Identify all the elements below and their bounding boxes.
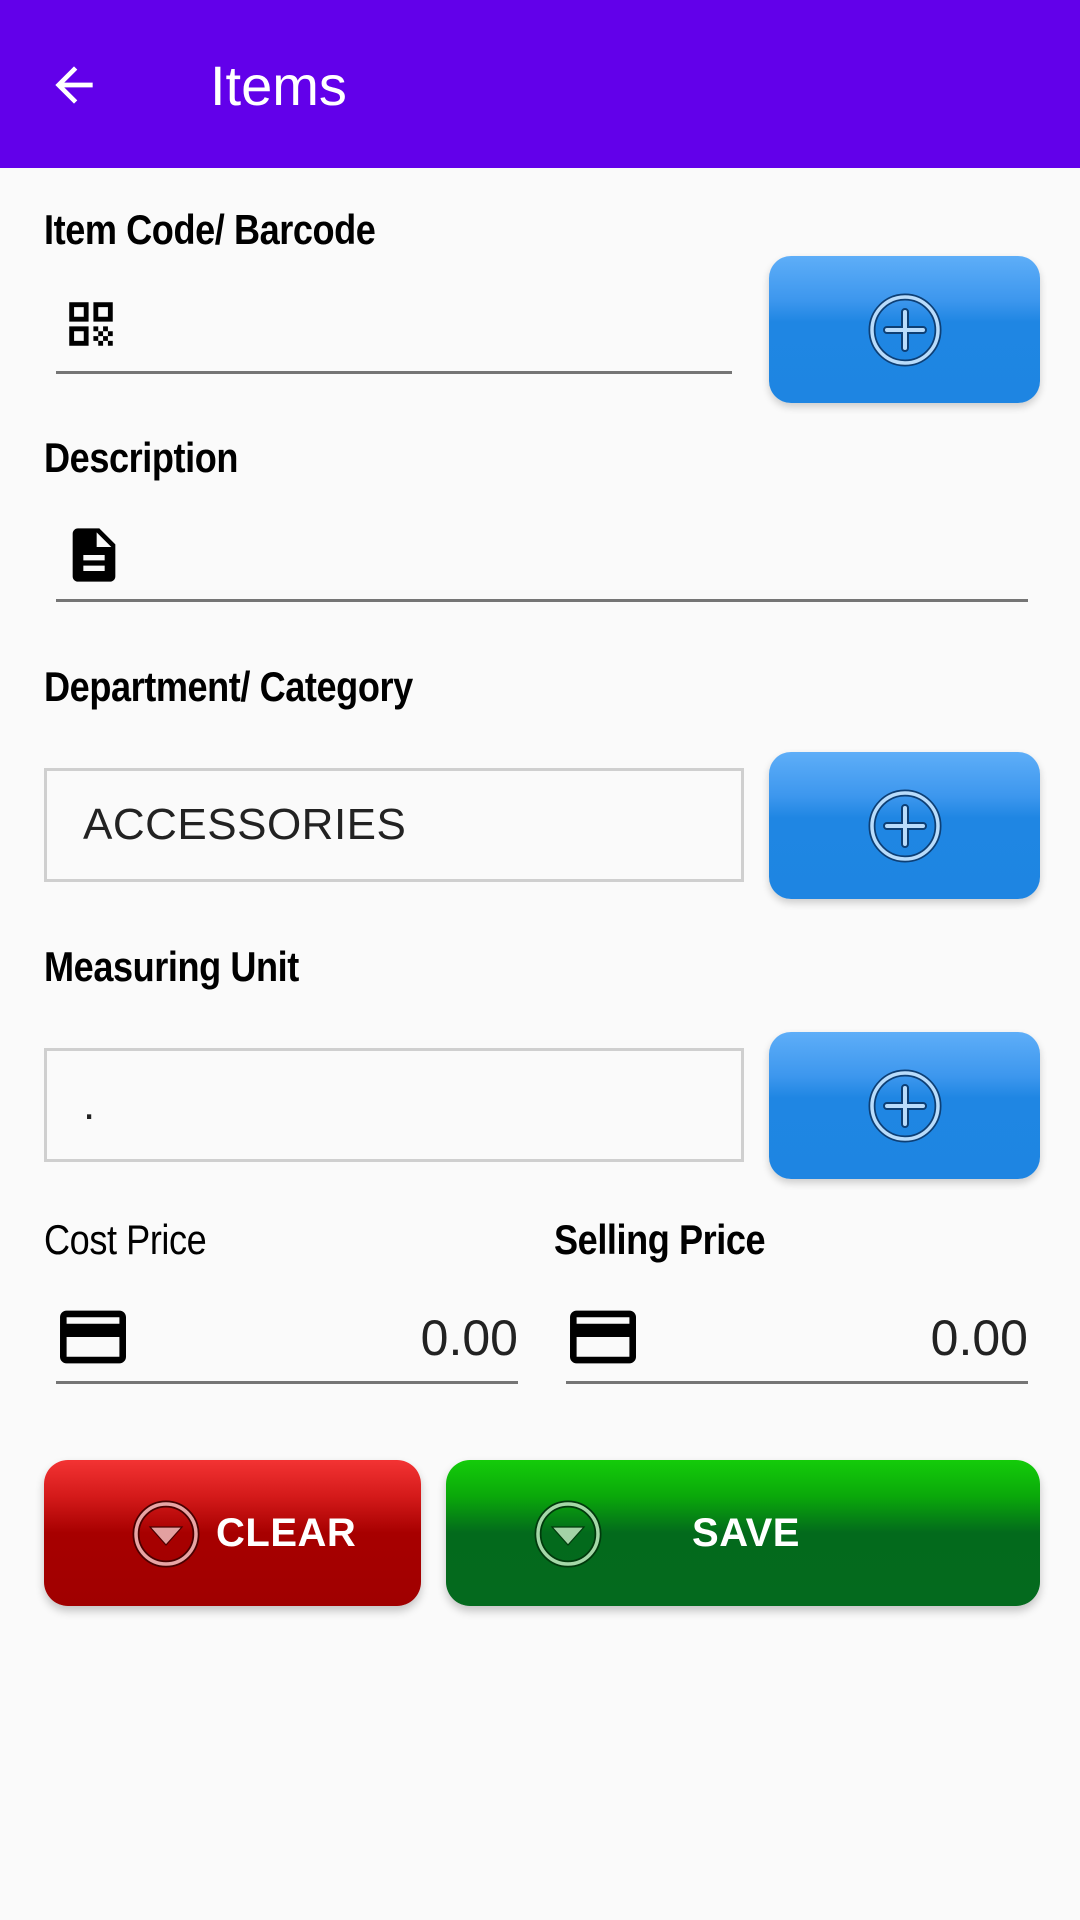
selling-price-field[interactable]: 0.00 — [566, 1290, 1028, 1384]
cost-price-label: Cost Price — [44, 1216, 207, 1263]
category-value: ACCESSORIES — [83, 800, 407, 849]
measuring-unit-label: Measuring Unit — [44, 943, 299, 990]
credit-card-icon — [570, 1306, 636, 1368]
selling-price-input[interactable]: 0.00 — [931, 1300, 1028, 1376]
description-field[interactable] — [56, 508, 1028, 602]
plus-circle-icon — [868, 789, 941, 862]
clear-button[interactable]: CLEAR — [44, 1460, 421, 1606]
measuring-unit-select[interactable]: . — [44, 1048, 744, 1162]
plus-circle-icon — [868, 1069, 941, 1142]
selling-price-label: Selling Price — [554, 1216, 766, 1263]
chevron-down-circle-icon — [132, 1500, 200, 1568]
document-icon — [62, 523, 126, 587]
measuring-unit-value: . — [83, 1080, 96, 1129]
back-button[interactable] — [36, 50, 112, 120]
cost-price-input[interactable]: 0.00 — [421, 1300, 518, 1376]
page-title: Items — [210, 54, 347, 117]
app-bar: Items — [0, 0, 1080, 168]
add-measuring-unit-button[interactable] — [769, 1032, 1040, 1179]
description-input[interactable] — [146, 526, 1010, 588]
add-category-button[interactable] — [769, 752, 1040, 899]
save-button-label: SAVE — [692, 1511, 800, 1555]
plus-circle-icon — [868, 293, 941, 366]
description-label: Description — [44, 434, 238, 481]
cost-price-field[interactable]: 0.00 — [56, 1290, 518, 1384]
clear-button-label: CLEAR — [216, 1511, 357, 1555]
credit-card-icon — [60, 1306, 126, 1368]
category-select[interactable]: ACCESSORIES — [44, 768, 744, 882]
qr-code-icon — [62, 295, 120, 353]
save-button[interactable]: SAVE — [446, 1460, 1040, 1606]
arrow-left-icon — [55, 66, 93, 104]
add-item-code-button[interactable] — [769, 256, 1040, 403]
item-code-input[interactable] — [146, 298, 720, 360]
category-label: Department/ Category — [44, 663, 413, 710]
item-code-label: Item Code/ Barcode — [44, 206, 376, 253]
item-code-field[interactable] — [56, 280, 732, 374]
